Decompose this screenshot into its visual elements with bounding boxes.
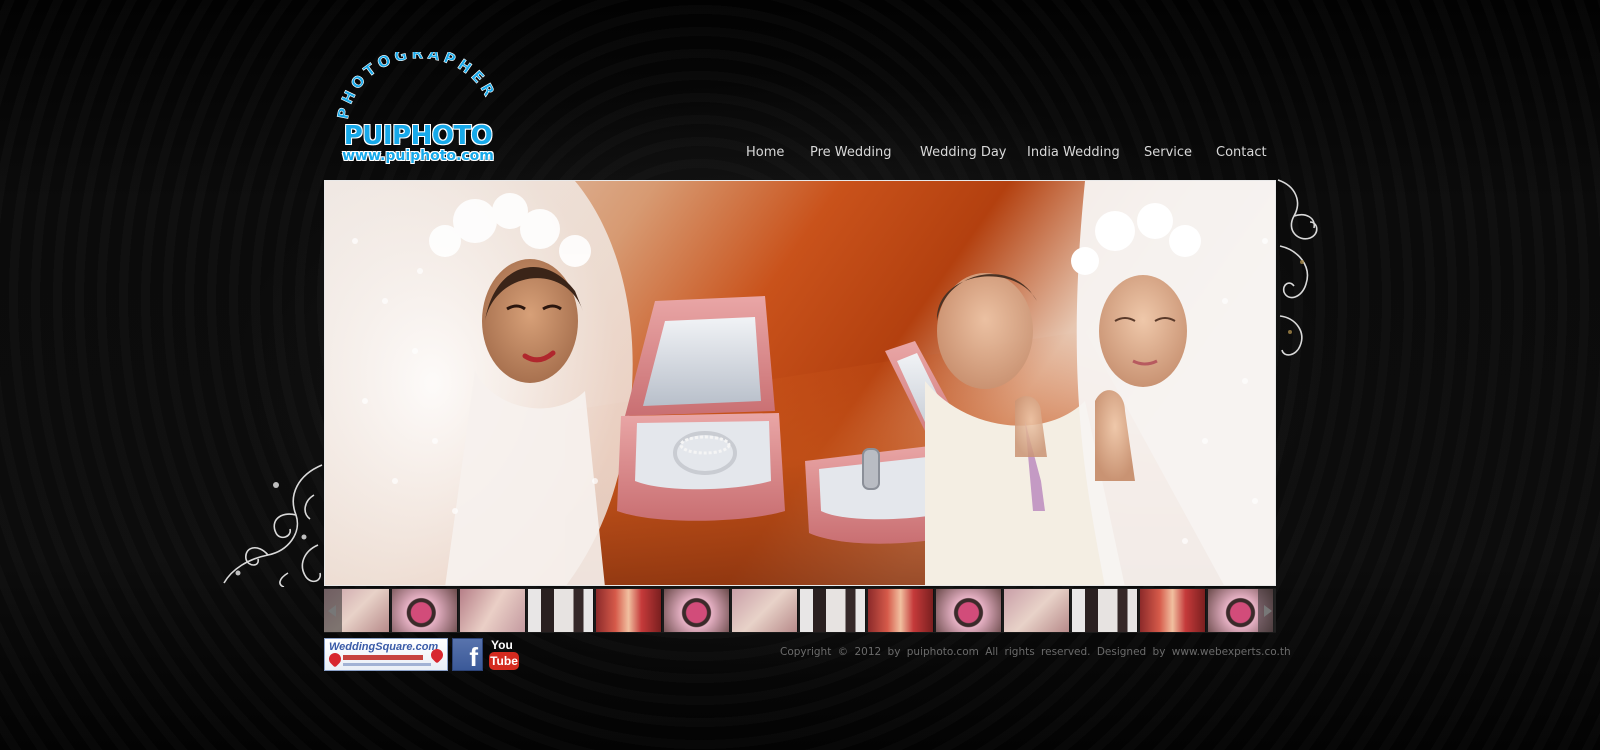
thumbnail[interactable] [528,589,594,632]
heart-icon [326,650,344,668]
thumbnail[interactable] [800,589,866,632]
youtube-tube-text: Tube [489,652,519,670]
youtube-icon[interactable]: You Tube [489,638,519,671]
hero-slideshow-image[interactable] [324,180,1276,586]
main-nav: Home Pre Wedding Wedding Day India Weddi… [740,145,1267,165]
facebook-icon[interactable]: f [452,638,483,671]
thumbnail[interactable] [460,589,526,632]
thumbnail[interactable] [936,589,1002,632]
filmstrip-next-arrow[interactable] [1258,589,1276,632]
thumbnail[interactable] [392,589,458,632]
thumbnail[interactable] [1072,589,1138,632]
nav-contact[interactable]: Contact [1216,145,1267,160]
nav-india-wedding[interactable]: India Wedding [1027,145,1120,160]
thumbnail[interactable] [732,589,798,632]
badge-tagline-stripe [343,663,431,666]
youtube-you-text: You [491,638,513,652]
svg-text:PHOTOGRAPHER: PHOTOGRAPHER [334,52,500,121]
thumbnail[interactable] [664,589,730,632]
nav-wedding-day[interactable]: Wedding Day [920,145,1007,160]
thumbnail-filmstrip [324,588,1276,633]
thumbnail[interactable] [868,589,934,632]
thumbnail[interactable] [1140,589,1206,632]
logo-name: PUIPHOTO [343,121,493,151]
logo[interactable]: PHOTOGRAPHER PUIPHOTO www.puiphoto.com [330,52,510,170]
filmstrip-prev-arrow[interactable] [324,589,342,632]
left-swirl-ornament [223,464,323,587]
nav-pre-wedding[interactable]: Pre Wedding [810,145,892,160]
nav-service[interactable]: Service [1144,145,1192,160]
thumbnail[interactable] [596,589,662,632]
weddingsquare-badge[interactable]: WeddingSquare.com [324,638,448,671]
nav-home[interactable]: Home [746,145,784,160]
copyright-text: Copyright © 2012 by puiphoto.com All rig… [780,646,1291,658]
chevron-left-icon [328,605,336,617]
weddingsquare-label: WeddingSquare.com [329,641,439,653]
logo-arc: PHOTOGRAPHER [334,52,500,121]
logo-url: www.puiphoto.com [342,148,494,164]
right-swirl-ornament [1277,179,1318,356]
page: PHOTOGRAPHER PUIPHOTO www.puiphoto.com H… [0,0,1600,750]
thumbnail[interactable] [1004,589,1070,632]
badge-banner-stripe [343,655,423,660]
chevron-right-icon [1264,605,1272,617]
logo-arc-text: PHOTOGRAPHER [334,52,497,121]
